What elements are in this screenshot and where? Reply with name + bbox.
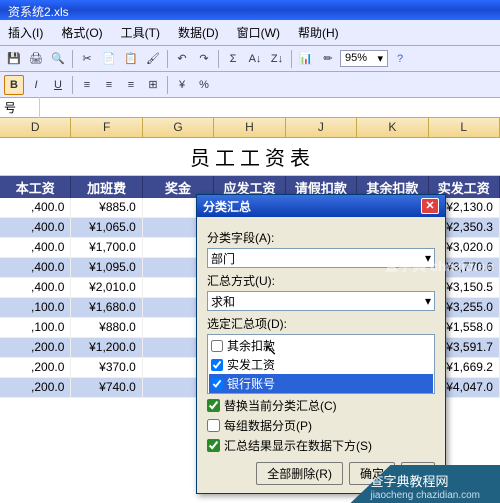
chart-icon[interactable]: 📊 [296,49,316,69]
zoom-combo[interactable]: 95% ▾ [340,50,388,67]
menu-tools[interactable]: 工具(T) [113,22,168,43]
menu-insert[interactable]: 插入(I) [0,22,51,43]
sort-desc-icon[interactable]: Z↓ [267,49,287,69]
italic-button[interactable]: I [26,75,46,95]
print-icon[interactable]: 🖨 [26,49,46,69]
save-icon[interactable]: 💾 [4,49,24,69]
copy-icon[interactable]: 📄 [99,49,119,69]
field-label: 分类字段(A): [207,229,435,246]
cut-icon[interactable]: ✂ [77,49,97,69]
menu-help[interactable]: 帮助(H) [290,22,347,43]
remove-all-button[interactable]: 全部删除(R) [256,462,343,485]
formatting-toolbar: B I U ≡ ≡ ≡ ⊞ ¥ % [0,72,500,98]
watermark-title: 查字典教程网 [370,471,480,490]
checkbox-other-deduct[interactable] [211,340,223,352]
func-value: 求和 [211,293,235,310]
drawing-icon[interactable]: ✏ [318,49,338,69]
separator [167,50,168,68]
format-painter-icon[interactable]: 🖌 [143,49,163,69]
sheet-title[interactable]: 员 工 工 资 表 [0,138,500,176]
col-header-F[interactable]: F [71,118,142,137]
func-combo[interactable]: 求和 ▾ [207,291,435,311]
watermark-sub: jiaocheng chazidian.com [370,490,480,501]
list-item[interactable]: 实发工资 [209,355,433,374]
merge-cells-icon[interactable]: ⊞ [143,75,163,95]
undo-icon[interactable]: ↶ [172,49,192,69]
separator [291,50,292,68]
list-item-selected[interactable]: 银行账号 [209,374,433,393]
opt-pagebreak[interactable]: 每组数据分页(P) [207,417,435,434]
items-listbox[interactable]: 其余扣款 实发工资 银行账号 [207,334,435,394]
standard-toolbar: 💾 🖨 🔍 ✂ 📄 📋 🖌 ↶ ↷ Σ A↓ Z↓ 📊 ✏ 95% ▾ ? [0,46,500,72]
dialog-titlebar[interactable]: 分类汇总 ✕ [197,195,445,217]
checkbox-net-pay[interactable] [211,359,223,371]
hdr-overtime[interactable]: 加班费 [71,176,142,198]
list-item[interactable]: 其余扣款 [209,336,433,355]
window-titlebar: 资系统2.xls [0,0,500,20]
currency-icon[interactable]: ¥ [172,75,192,95]
percent-icon[interactable]: % [194,75,214,95]
menu-data[interactable]: 数据(D) [170,22,227,43]
subtotal-dialog: 分类汇总 ✕ 分类字段(A): 部门 ▾ 汇总方式(U): 求和 ▾ 选定汇总项… [196,194,446,494]
separator [72,76,73,94]
col-header-L[interactable]: L [429,118,500,137]
help-icon[interactable]: ? [390,49,410,69]
menu-window[interactable]: 窗口(W) [229,22,288,43]
separator [72,50,73,68]
chevron-down-icon: ▾ [377,52,383,65]
separator [218,50,219,68]
checkbox-pagebreak[interactable] [207,419,220,432]
sum-icon[interactable]: Σ [223,49,243,69]
field-value: 部门 [211,250,235,267]
zoom-value: 95% [345,52,367,65]
opt-replace[interactable]: 替换当前分类汇总(C) [207,397,435,414]
menu-bar: 插入(I) 格式(O) 工具(T) 数据(D) 窗口(W) 帮助(H) [0,20,500,46]
column-headers: D F G H J K L [0,118,500,138]
hdr-base-salary[interactable]: 本工资 [0,176,71,198]
cell-content[interactable]: 号 [0,97,40,118]
close-icon[interactable]: ✕ [421,198,439,214]
checkbox-below[interactable] [207,439,220,452]
opt-below[interactable]: 汇总结果显示在数据下方(S) [207,437,435,454]
col-header-D[interactable]: D [0,118,71,137]
checkbox-bank-acct[interactable] [211,378,223,390]
bold-button[interactable]: B [4,75,24,95]
formula-bar: 号 [0,98,500,118]
window-title: 资系统2.xls [8,5,69,19]
col-header-H[interactable]: H [214,118,285,137]
align-center-icon[interactable]: ≡ [99,75,119,95]
chevron-down-icon: ▾ [425,294,431,308]
underline-button[interactable]: U [48,75,68,95]
watermark: 查字典 chazidian [384,256,494,276]
align-right-icon[interactable]: ≡ [121,75,141,95]
checkbox-replace[interactable] [207,399,220,412]
align-left-icon[interactable]: ≡ [77,75,97,95]
items-label: 选定汇总项(D): [207,315,435,332]
redo-icon[interactable]: ↷ [194,49,214,69]
dialog-title: 分类汇总 [203,198,251,215]
col-header-K[interactable]: K [357,118,428,137]
col-header-G[interactable]: G [143,118,214,137]
separator [167,76,168,94]
preview-icon[interactable]: 🔍 [48,49,68,69]
sort-asc-icon[interactable]: A↓ [245,49,265,69]
col-header-J[interactable]: J [286,118,357,137]
menu-format[interactable]: 格式(O) [53,22,110,43]
paste-icon[interactable]: 📋 [121,49,141,69]
